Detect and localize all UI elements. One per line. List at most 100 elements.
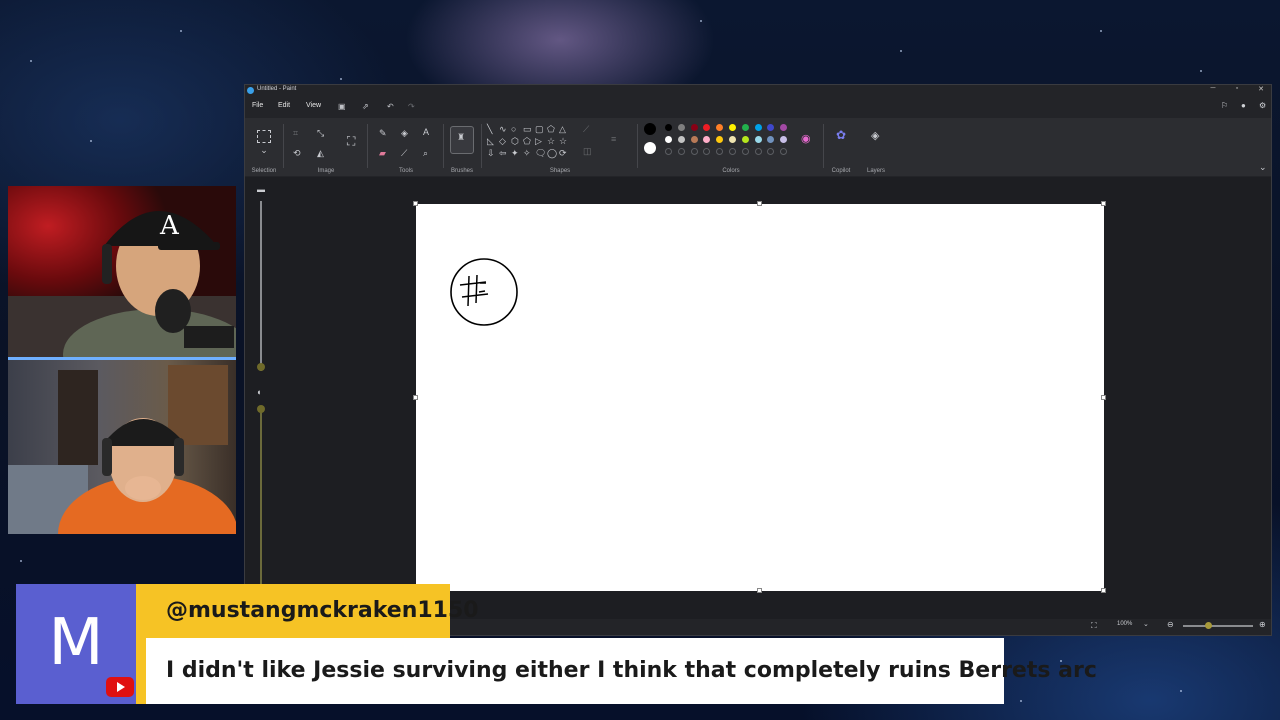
rotate-icon[interactable]: ⟲ — [293, 148, 301, 158]
selection-tool-icon[interactable] — [257, 130, 271, 143]
edit-colors-icon[interactable]: ◉ — [801, 134, 811, 145]
pencil-icon[interactable]: ✎ — [379, 128, 387, 138]
shape-cloud-icon[interactable]: ◯ — [547, 148, 557, 158]
shape-rectangle-icon[interactable]: ▭ — [523, 124, 532, 134]
color-swatch[interactable] — [780, 136, 788, 143]
secondary-color[interactable] — [644, 142, 656, 154]
menu-edit[interactable]: Edit — [278, 102, 290, 109]
save-icon[interactable]: ▣ — [338, 102, 346, 111]
color-swatch[interactable] — [716, 136, 724, 143]
shape-diamond-icon[interactable]: ◇ — [499, 136, 506, 146]
zoom-slider-knob[interactable] — [1205, 622, 1213, 629]
layers-icon[interactable]: ◈ — [871, 131, 879, 142]
resize-handle[interactable] — [1101, 588, 1106, 593]
fill-icon[interactable]: ◈ — [401, 128, 408, 138]
menu-view[interactable]: View — [306, 102, 321, 109]
shape-star-icon[interactable]: ☆ — [547, 136, 555, 146]
shape-callout-icon[interactable]: 🗨 — [535, 148, 546, 158]
menu-file[interactable]: File — [252, 102, 263, 109]
shape-arrow-left-icon[interactable]: ⇦ — [499, 148, 507, 158]
custom-color-slot[interactable] — [767, 148, 775, 155]
custom-color-slot[interactable] — [741, 148, 749, 155]
ribbon-collapse-icon[interactable]: ⌄ — [1259, 162, 1267, 172]
shape-star-alt-icon[interactable]: ☆ — [559, 136, 567, 146]
resize-handle[interactable] — [413, 395, 418, 400]
account-icon[interactable]: ● — [1241, 101, 1246, 110]
copilot-icon[interactable]: ✿ — [836, 129, 846, 141]
zoom-out-icon[interactable]: ⊖ — [1167, 620, 1174, 630]
shape-triangle-icon[interactable]: △ — [559, 124, 566, 134]
color-swatch[interactable] — [729, 124, 736, 131]
custom-color-slot[interactable] — [665, 148, 672, 155]
shape-star6-icon[interactable]: ✧ — [523, 148, 531, 158]
close-button[interactable]: ✕ — [1255, 85, 1267, 93]
zoom-level[interactable]: 100% — [1117, 621, 1132, 627]
shape-size-icon[interactable]: ≡ — [611, 134, 616, 144]
resize-handle[interactable] — [757, 201, 762, 206]
color-swatch[interactable] — [716, 124, 724, 131]
brush-size-slider[interactable]: ▬ ◖ — [256, 185, 265, 611]
color-swatch[interactable] — [703, 136, 711, 143]
resize-icon[interactable]: ⤡ — [317, 128, 324, 138]
color-swatch[interactable] — [767, 124, 775, 131]
crop-icon[interactable]: ⌗ — [293, 128, 298, 138]
shape-heart-icon[interactable]: ⟳ — [559, 148, 567, 158]
opacity-slider-knob[interactable] — [257, 405, 265, 413]
color-swatch[interactable] — [780, 124, 788, 131]
color-swatch[interactable] — [741, 136, 749, 143]
undo-icon[interactable]: ↶ — [387, 102, 394, 111]
text-icon[interactable]: A — [423, 127, 429, 137]
primary-color[interactable] — [644, 123, 656, 135]
settings-icon[interactable]: ⚙ — [1259, 101, 1266, 110]
shape-arrow-right-icon[interactable]: ▷ — [535, 136, 542, 146]
chevron-down-icon[interactable]: ⌄ — [1143, 620, 1149, 630]
shape-pentagon-icon[interactable]: ⬠ — [523, 136, 531, 146]
custom-color-slot[interactable] — [780, 148, 788, 155]
feedback-icon[interactable]: ⚐ — [1221, 101, 1228, 110]
flip-icon[interactable]: ◭ — [317, 148, 324, 158]
resize-handle[interactable] — [1101, 201, 1106, 206]
custom-color-slot[interactable] — [729, 148, 736, 155]
color-swatch[interactable] — [665, 136, 672, 143]
eraser-icon[interactable]: ▰ — [379, 148, 386, 158]
shape-right-triangle-icon[interactable]: ◺ — [487, 136, 494, 146]
color-swatch[interactable] — [665, 124, 672, 131]
color-picker-icon[interactable]: ⟋ — [401, 148, 407, 158]
shape-rounded-rect-icon[interactable]: ▢ — [535, 124, 544, 134]
shape-polygon-icon[interactable]: ⬠ — [547, 124, 555, 134]
shape-curve-icon[interactable]: ∿ — [499, 124, 507, 134]
color-swatch[interactable] — [754, 124, 762, 131]
shape-hexagon-icon[interactable]: ⬡ — [511, 136, 519, 146]
resize-handle[interactable] — [1101, 395, 1106, 400]
share-icon[interactable]: ⇗ — [362, 102, 369, 111]
color-swatch[interactable] — [677, 136, 685, 143]
maximize-button[interactable]: ▫ — [1231, 85, 1243, 92]
color-swatch[interactable] — [690, 136, 698, 143]
outline-icon[interactable]: ⟋ — [583, 124, 589, 134]
custom-color-slot[interactable] — [677, 148, 685, 155]
shape-oval-icon[interactable]: ○ — [511, 124, 516, 134]
custom-color-slot[interactable] — [716, 148, 724, 155]
fit-to-window-icon[interactable]: ⛶ — [1091, 621, 1097, 631]
minimize-button[interactable]: ─ — [1207, 85, 1219, 92]
custom-color-slot[interactable] — [703, 148, 711, 155]
image-select-icon[interactable]: ⛶ — [347, 135, 355, 147]
size-slider-knob[interactable] — [257, 363, 265, 371]
color-swatch[interactable] — [741, 124, 749, 131]
shape-arrow-down-icon[interactable]: ⇩ — [487, 148, 495, 158]
custom-color-slot[interactable] — [754, 148, 762, 155]
drawing-canvas[interactable] — [413, 201, 1106, 593]
resize-handle[interactable] — [413, 201, 418, 206]
redo-icon[interactable]: ↷ — [408, 102, 415, 111]
fill-style-icon[interactable]: ◫ — [583, 146, 592, 156]
shape-star4-icon[interactable]: ✦ — [511, 148, 519, 158]
zoom-slider[interactable] — [1183, 625, 1253, 627]
magnifier-icon[interactable]: ⌕ — [423, 148, 428, 158]
zoom-in-icon[interactable]: ⊕ — [1259, 620, 1266, 630]
color-swatch[interactable] — [754, 136, 762, 143]
color-swatch[interactable] — [690, 124, 698, 131]
color-swatch[interactable] — [729, 136, 736, 143]
color-swatch[interactable] — [677, 124, 685, 131]
resize-handle[interactable] — [757, 588, 762, 593]
color-swatch[interactable] — [767, 136, 775, 143]
